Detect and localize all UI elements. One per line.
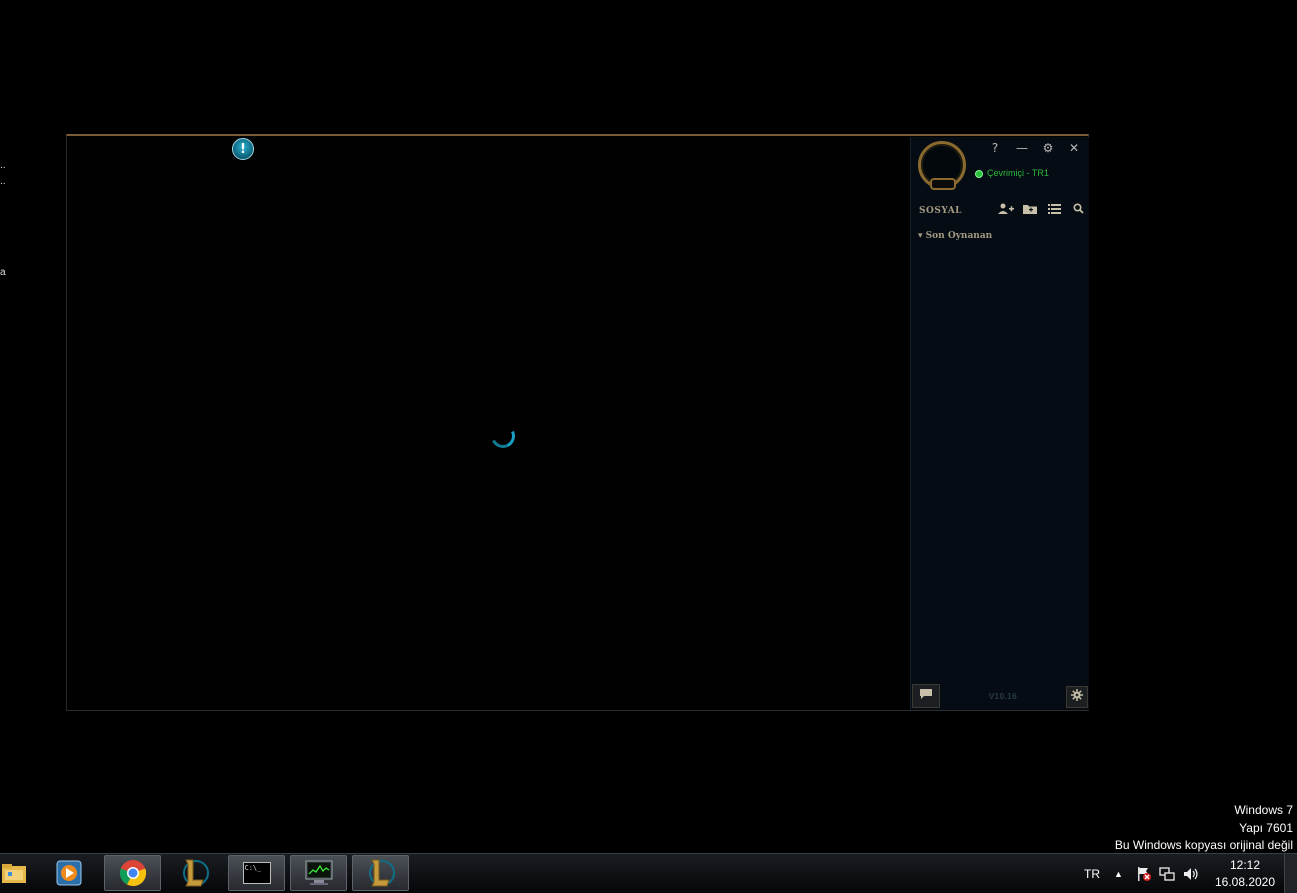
alert-icon[interactable]: ! bbox=[232, 138, 254, 160]
clock-time: 12:12 bbox=[1229, 858, 1261, 872]
desktop-text-fragment: a bbox=[0, 267, 6, 278]
chevron-down-icon: ▾ bbox=[918, 231, 923, 241]
watermark-notice: Bu Windows kopyası orijinal değil bbox=[1114, 838, 1293, 852]
chrome-icon[interactable] bbox=[104, 855, 161, 891]
online-status-icon bbox=[975, 170, 983, 178]
taskbar: C:\_ TR ▲ 12:12 16.08.2020 bbox=[0, 853, 1297, 893]
explorer-icon[interactable] bbox=[0, 855, 30, 891]
version-label: V10.16 bbox=[988, 692, 1018, 701]
volume-icon[interactable] bbox=[1183, 854, 1199, 893]
chat-button[interactable] bbox=[912, 684, 940, 708]
media-player-icon[interactable] bbox=[49, 855, 89, 891]
search-icon[interactable] bbox=[1069, 203, 1087, 219]
clock[interactable]: 12:12 16.08.2020 bbox=[1210, 857, 1280, 891]
show-desktop-button[interactable] bbox=[1284, 854, 1297, 893]
clock-date: 16.08.2020 bbox=[1214, 875, 1276, 889]
close-button[interactable]: ✕ bbox=[1064, 139, 1084, 157]
league-client-icon[interactable] bbox=[352, 855, 409, 891]
cmd-icon-text: C:\_ bbox=[242, 862, 271, 884]
social-panel: ? — ⚙ ✕ Çevrimiçi - TR1 SOSYAL ▾ Son Oyn… bbox=[910, 137, 1089, 710]
add-friend-icon[interactable] bbox=[997, 203, 1015, 219]
settings-icon[interactable]: ⚙ bbox=[1038, 139, 1058, 157]
network-icon[interactable] bbox=[1159, 854, 1175, 893]
help-button[interactable]: ? bbox=[985, 139, 1005, 157]
league-client-icon[interactable] bbox=[170, 855, 220, 891]
desktop-text-fragment: .. bbox=[0, 176, 6, 187]
minimize-button[interactable]: — bbox=[1012, 139, 1032, 157]
cmd-icon[interactable]: C:\_ bbox=[228, 855, 285, 891]
watermark-build: Yapı 7601 bbox=[1239, 821, 1293, 835]
status-text[interactable]: Çevrimiçi - TR1 bbox=[987, 168, 1049, 178]
add-folder-icon[interactable] bbox=[1021, 203, 1039, 219]
list-icon[interactable] bbox=[1045, 203, 1063, 219]
action-center-flag-icon[interactable] bbox=[1136, 854, 1152, 893]
recently-played-section[interactable]: ▾ Son Oynanan bbox=[918, 231, 992, 241]
bug-report-icon[interactable] bbox=[1066, 686, 1088, 708]
language-indicator[interactable]: TR bbox=[1084, 854, 1100, 893]
alert-glyph: ! bbox=[240, 141, 246, 157]
task-manager-icon[interactable] bbox=[290, 855, 347, 891]
social-title: SOSYAL bbox=[919, 206, 962, 216]
section-label: Son Oynanan bbox=[925, 231, 993, 241]
avatar-level-plate bbox=[930, 178, 956, 190]
watermark-os: Windows 7 bbox=[1234, 803, 1293, 817]
desktop-text-fragment: .. bbox=[0, 160, 6, 171]
tray-expand-icon[interactable]: ▲ bbox=[1114, 854, 1123, 893]
